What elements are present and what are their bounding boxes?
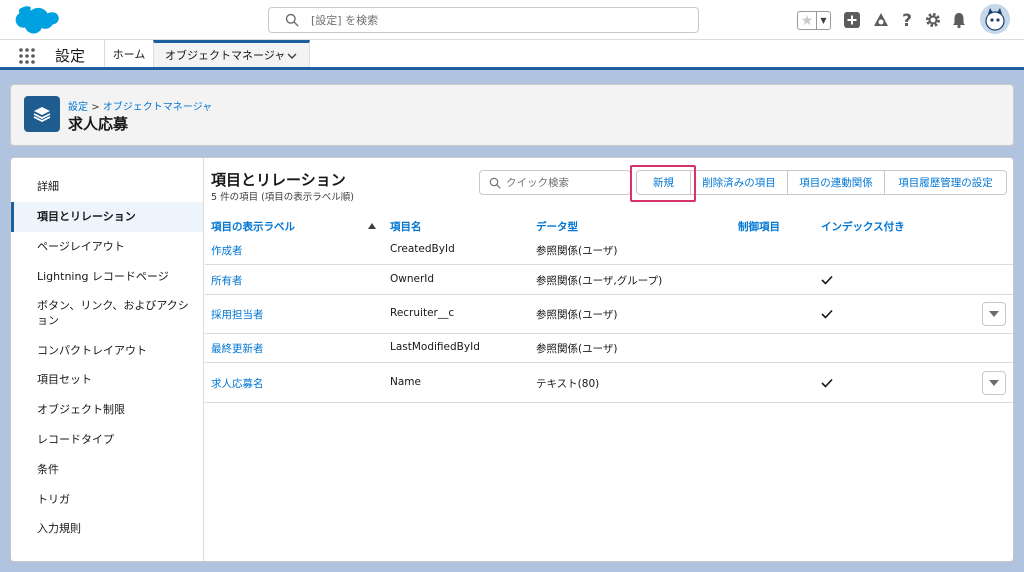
chevron-down-icon xyxy=(989,311,999,317)
field-api-name: OwnerId xyxy=(390,273,435,285)
breadcrumb-object-manager-link[interactable]: オブジェクトマネージャ xyxy=(103,102,212,113)
field-dependencies-button[interactable]: 項目の連動関係 xyxy=(788,170,885,195)
global-create-icon[interactable] xyxy=(843,11,861,29)
favorite-star-icon[interactable]: ★ xyxy=(798,12,816,29)
notification-bell-icon[interactable] xyxy=(950,11,968,29)
help-icon[interactable]: ? xyxy=(898,11,916,29)
table-row: 所有者 OwnerId 参照関係(ユーザ,グループ) xyxy=(205,265,1013,295)
row-actions-menu-button[interactable] xyxy=(982,302,1006,326)
chevron-down-icon[interactable] xyxy=(287,51,297,61)
sidebar-item-fields-relationships[interactable]: 項目とリレーション xyxy=(11,201,203,232)
field-api-name: Name xyxy=(390,376,421,388)
table-row: 採用担当者 Recruiter__c 参照関係(ユーザ) xyxy=(205,295,1013,334)
app-launcher-icon[interactable] xyxy=(18,47,36,65)
field-data-type: テキスト(80) xyxy=(536,378,600,390)
sidebar-item-field-sets[interactable]: 項目セット xyxy=(11,365,203,395)
quick-search[interactable] xyxy=(479,170,631,195)
field-label-link[interactable]: 所有者 xyxy=(211,273,243,288)
field-label-link[interactable]: 作成者 xyxy=(211,243,243,258)
sidebar-item-validation-rules[interactable]: 入力規則 xyxy=(11,514,203,544)
breadcrumb: 設定 > オブジェクトマネージャ xyxy=(68,98,212,113)
fields-content: 項目とリレーション 5 件の項目 (項目の表示ラベル順) 新規 削除済みの項目 … xyxy=(205,158,1013,561)
field-label-link[interactable]: 採用担当者 xyxy=(211,307,264,322)
page-title: 求人応募 xyxy=(68,115,129,133)
breadcrumb-setup-link[interactable]: 設定 xyxy=(68,102,88,113)
checkmark-icon xyxy=(821,275,833,285)
new-field-button[interactable]: 新規 xyxy=(636,170,691,195)
field-api-name: LastModifiedById xyxy=(390,341,480,353)
sidebar-item-lightning-record-pages[interactable]: Lightning レコードページ xyxy=(11,261,203,291)
sort-ascending-icon[interactable] xyxy=(368,223,376,229)
trailhead-guidance-icon[interactable] xyxy=(872,11,890,29)
table-row: 最終更新者 LastModifiedById 参照関係(ユーザ) xyxy=(205,334,1013,363)
deleted-fields-button[interactable]: 削除済みの項目 xyxy=(691,170,788,195)
sidebar-item-criteria[interactable]: 条件 xyxy=(11,454,203,484)
object-sidebar: 詳細 項目とリレーション ページレイアウト Lightning レコードページ … xyxy=(11,158,204,561)
tab-object-manager-label: オブジェクトマネージャ xyxy=(165,49,286,62)
field-data-type: 参照関係(ユーザ) xyxy=(536,245,618,257)
sidebar-item-buttons-links-actions[interactable]: ボタン、リンク、およびアクション xyxy=(11,291,203,335)
setup-search[interactable] xyxy=(268,7,699,33)
fields-table-header: 項目の表示ラベル 項目名 データ型 制御項目 インデックス付き xyxy=(205,217,1013,235)
table-row: 作成者 CreatedById 参照関係(ユーザ) xyxy=(205,235,1013,265)
layers-icon xyxy=(33,107,51,123)
field-label-link[interactable]: 求人応募名 xyxy=(211,376,264,391)
field-data-type: 参照関係(ユーザ) xyxy=(536,309,618,321)
table-row: 求人応募名 Name テキスト(80) xyxy=(205,363,1013,403)
field-data-type: 参照関係(ユーザ,グループ) xyxy=(536,275,663,287)
sidebar-item-page-layouts[interactable]: ページレイアウト xyxy=(11,232,203,262)
set-history-tracking-button[interactable]: 項目履歴管理の設定 xyxy=(885,170,1007,195)
search-icon xyxy=(489,177,501,189)
object-icon xyxy=(24,96,60,132)
breadcrumb-separator: > xyxy=(91,102,100,113)
gear-icon[interactable] xyxy=(924,11,942,29)
tab-object-manager[interactable]: オブジェクトマネージャ xyxy=(153,40,310,67)
svg-text:?: ? xyxy=(902,11,912,29)
row-actions-menu-button[interactable] xyxy=(982,371,1006,395)
column-header-controlling-field[interactable]: 制御項目 xyxy=(738,219,780,234)
context-navigation-bar: 設定 ホーム オブジェクトマネージャ xyxy=(0,40,1024,70)
column-header-indexed[interactable]: インデックス付き xyxy=(821,219,905,234)
astro-avatar-icon xyxy=(980,4,1010,34)
checkmark-icon xyxy=(821,378,833,388)
sidebar-item-record-types[interactable]: レコードタイプ xyxy=(11,425,203,455)
search-icon xyxy=(285,13,299,27)
setup-search-input[interactable] xyxy=(311,10,691,30)
salesforce-logo-icon[interactable] xyxy=(13,5,61,37)
favorites-control[interactable]: ★ ▼ xyxy=(797,11,831,30)
quick-search-input[interactable] xyxy=(506,174,626,192)
field-api-name: Recruiter__c xyxy=(390,307,455,319)
section-subtitle: 5 件の項目 (項目の表示ラベル順) xyxy=(211,192,354,203)
global-header: ★ ▼ ? xyxy=(0,0,1024,40)
favorites-dropdown-icon[interactable]: ▼ xyxy=(816,12,830,29)
field-data-type: 参照関係(ユーザ) xyxy=(536,343,618,355)
column-header-data-type[interactable]: データ型 xyxy=(536,219,578,234)
column-header-api-name[interactable]: 項目名 xyxy=(390,219,422,234)
field-api-name: CreatedById xyxy=(390,243,455,255)
sidebar-item-triggers[interactable]: トリガ xyxy=(11,484,203,514)
user-avatar[interactable] xyxy=(980,4,1010,34)
main-card: 詳細 項目とリレーション ページレイアウト Lightning レコードページ … xyxy=(10,157,1014,562)
column-header-label[interactable]: 項目の表示ラベル xyxy=(211,219,295,234)
object-page-header: 設定 > オブジェクトマネージャ 求人応募 xyxy=(10,84,1014,146)
sidebar-item-compact-layouts[interactable]: コンパクトレイアウト xyxy=(11,335,203,365)
chevron-down-icon xyxy=(989,380,999,386)
app-name: 設定 xyxy=(55,47,86,65)
section-title: 項目とリレーション xyxy=(211,171,346,189)
field-label-link[interactable]: 最終更新者 xyxy=(211,341,264,356)
sidebar-item-details[interactable]: 詳細 xyxy=(11,172,203,202)
tab-home[interactable]: ホーム xyxy=(104,40,153,67)
sidebar-item-object-limits[interactable]: オブジェクト制限 xyxy=(11,395,203,425)
checkmark-icon xyxy=(821,309,833,319)
